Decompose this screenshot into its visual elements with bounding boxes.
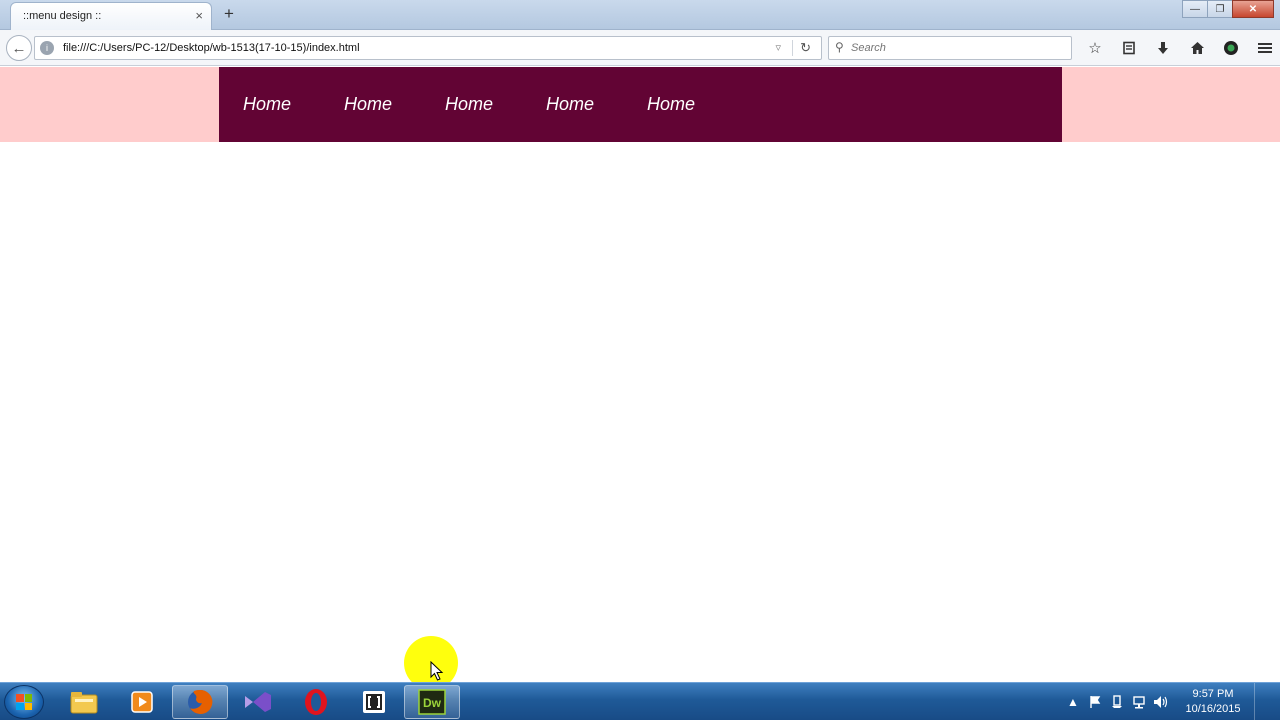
menu-list: Home Home Home Home Home [219, 67, 1062, 142]
visual-studio-icon [245, 692, 271, 712]
taskbar-clock[interactable]: 9:57 PM 10/16/2015 [1178, 687, 1248, 717]
minimize-button[interactable]: — [1182, 0, 1208, 18]
arrow-left-icon: ← [11, 39, 27, 57]
toolbar-icons: ☆ [1078, 36, 1280, 60]
menu-item: Home [445, 88, 495, 121]
menu-item: Home [243, 88, 293, 121]
page-content: Home Home Home Home Home [0, 67, 1280, 682]
menu-link-home[interactable]: Home [546, 88, 596, 121]
window-controls: — ❐ ✕ [1182, 0, 1274, 18]
safely-remove-hardware-icon[interactable] [1106, 692, 1128, 712]
opera-icon [305, 689, 327, 715]
app-bracket-icon [363, 691, 385, 713]
bookmark-star-icon[interactable]: ☆ [1078, 36, 1112, 60]
network-icon[interactable] [1128, 692, 1150, 712]
taskbar-visual-studio[interactable] [230, 685, 286, 719]
menu-hamburger-icon[interactable] [1248, 36, 1280, 60]
menu-link-home[interactable]: Home [344, 88, 394, 121]
search-icon: ⚲ [835, 40, 844, 54]
reload-icon[interactable]: ↻ [800, 40, 811, 56]
firefox-icon [188, 689, 213, 714]
file-explorer-icon [70, 692, 98, 714]
mouse-pointer-icon [430, 661, 444, 681]
menu-item: Home [647, 88, 697, 121]
search-box[interactable]: ⚲ [828, 36, 1072, 60]
menu-item: Home [546, 88, 596, 121]
taskbar-app-bracket[interactable] [346, 685, 402, 719]
media-player-icon [131, 691, 153, 713]
clock-time: 9:57 PM [1192, 688, 1234, 700]
search-input[interactable] [851, 41, 1061, 55]
url-history-dropdown-icon[interactable]: ▿ [775, 41, 781, 54]
taskbar-opera[interactable] [288, 685, 344, 719]
new-tab-button[interactable]: + [220, 4, 238, 24]
taskbar-firefox[interactable] [172, 685, 228, 719]
reading-list-icon[interactable] [1112, 36, 1146, 60]
downloads-icon[interactable] [1146, 36, 1180, 60]
dreamweaver-icon: Dw [418, 689, 446, 715]
browser-tab[interactable]: ::menu design :: × [10, 2, 212, 30]
tab-title: ::menu design :: [23, 10, 102, 22]
taskbar-file-explorer[interactable] [56, 685, 112, 719]
windows-logo-icon [16, 694, 32, 710]
close-window-button[interactable]: ✕ [1232, 0, 1274, 18]
system-tray: ▲ 9:57 PM 10/16/2015 [1062, 683, 1280, 721]
address-bar[interactable]: i file:///C:/Users/PC-12/Desktop/wb-1513… [34, 36, 822, 60]
browser-toolbar: ← i file:///C:/Users/PC-12/Desktop/wb-15… [0, 30, 1280, 66]
url-text[interactable]: file:///C:/Users/PC-12/Desktop/wb-1513(1… [63, 42, 360, 54]
menu-link-home[interactable]: Home [647, 88, 697, 121]
tab-close-icon[interactable]: × [195, 8, 203, 23]
show-hidden-icons-icon[interactable]: ▲ [1062, 692, 1084, 712]
taskbar-apps: Dw [56, 685, 462, 719]
back-button[interactable]: ← [6, 35, 32, 61]
browser-titlebar: ::menu design :: × + — ❐ ✕ [0, 0, 1280, 30]
volume-icon[interactable] [1150, 692, 1172, 712]
menu-item: Home [344, 88, 394, 121]
menu-link-home[interactable]: Home [243, 88, 293, 121]
clock-date: 10/16/2015 [1185, 703, 1241, 715]
taskbar-dreamweaver[interactable]: Dw [404, 685, 460, 719]
start-button[interactable] [4, 685, 44, 719]
url-separator [792, 40, 793, 56]
dreamweaver-label: Dw [423, 696, 442, 710]
menu-link-home[interactable]: Home [445, 88, 495, 121]
main-menu: Home Home Home Home Home [219, 67, 1062, 142]
action-center-flag-icon[interactable] [1084, 692, 1106, 712]
taskbar-media-player[interactable] [114, 685, 170, 719]
globe-icon: i [40, 41, 54, 55]
windows-taskbar: Dw ▲ 9:57 PM 10/16/2015 [0, 682, 1280, 721]
show-desktop-button[interactable] [1254, 683, 1266, 721]
extension-icon[interactable] [1214, 36, 1248, 60]
maximize-button[interactable]: ❐ [1207, 0, 1233, 18]
home-icon[interactable] [1180, 36, 1214, 60]
